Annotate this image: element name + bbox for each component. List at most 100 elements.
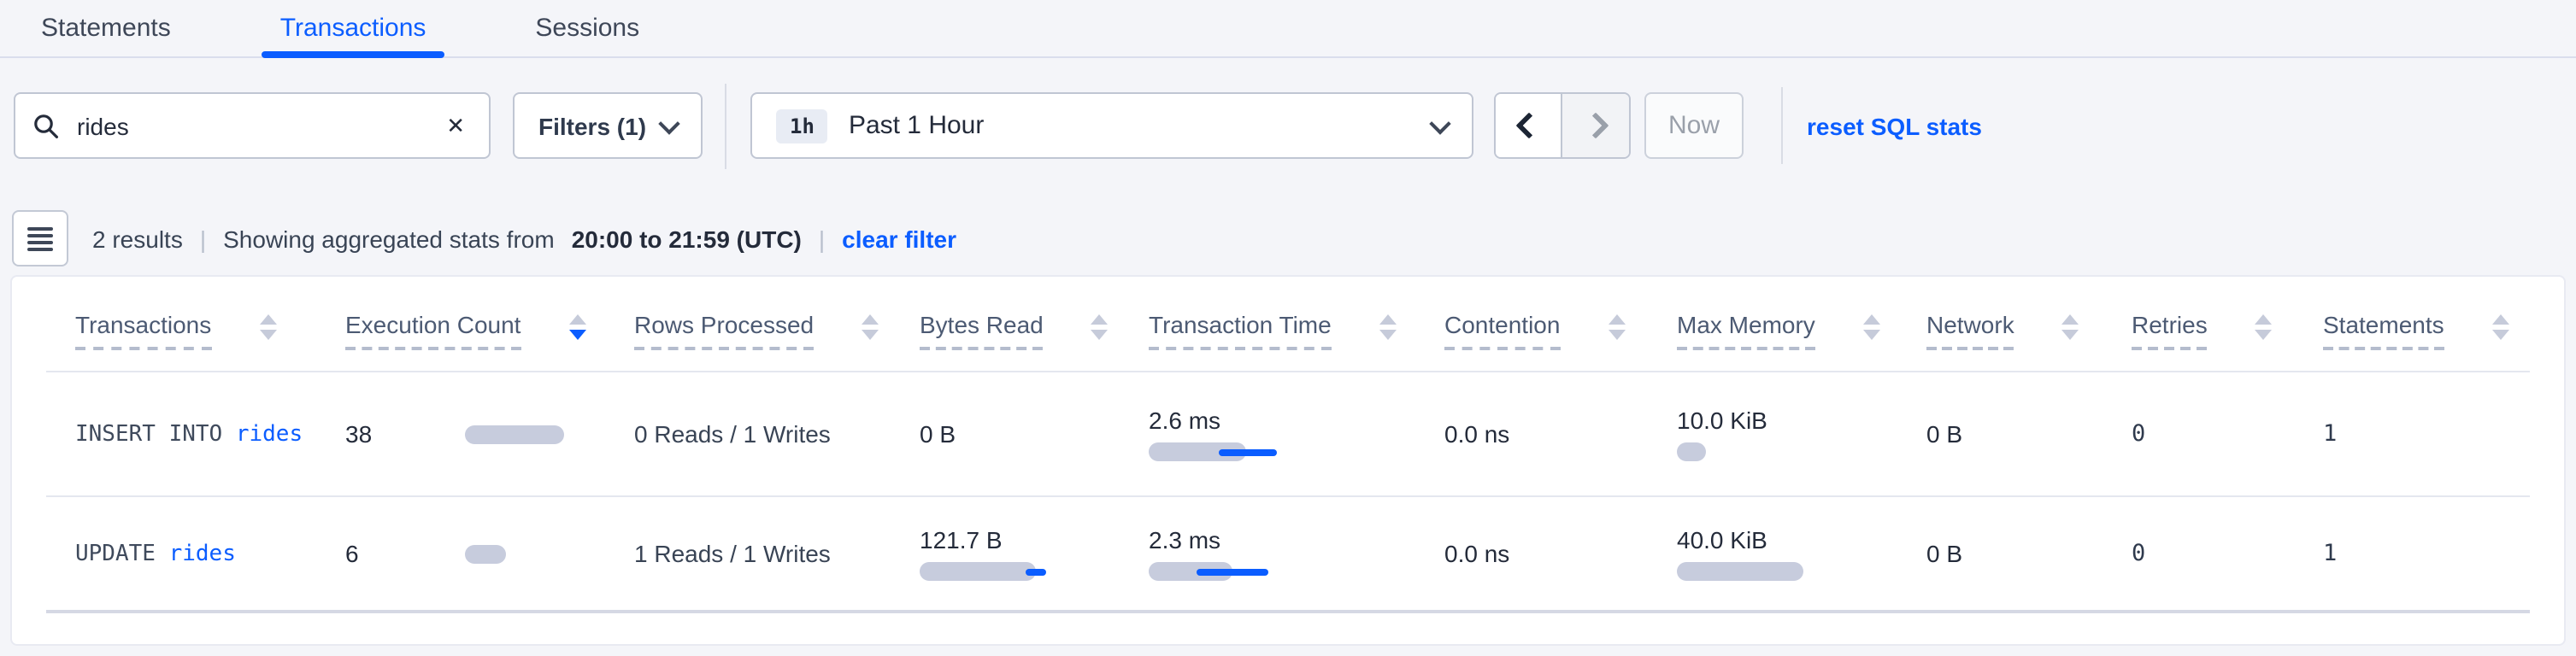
filters-button[interactable]: Filters (1) (513, 92, 703, 159)
chevron-down-icon (658, 112, 679, 133)
chevron-right-icon (1582, 112, 1609, 138)
sort-arrows-icon (568, 313, 585, 339)
results-summary: 2 results | Showing aggregated stats fro… (92, 225, 956, 252)
column-header-bytes-read[interactable]: Bytes Read (920, 311, 1149, 350)
execution-count-value: 6 (345, 540, 359, 567)
separator: | (200, 225, 206, 252)
column-header-label: Retries (2132, 311, 2208, 350)
statements-count-value: 1 (2323, 420, 2530, 448)
separator: | (819, 225, 825, 252)
sort-arrows-icon (1863, 313, 1880, 339)
column-header-label: Network (1926, 311, 2014, 350)
transaction-time-stddev-line (1219, 448, 1277, 455)
column-header-label: Bytes Read (920, 311, 1044, 350)
column-header-execution-count[interactable]: Execution Count (345, 311, 634, 350)
rows-processed-value: 1 Reads / 1 Writes (634, 540, 920, 567)
time-range-label: Past 1 Hour (849, 111, 1412, 140)
bytes-read-stddev-line (1026, 568, 1046, 575)
execution-count-bar (465, 425, 564, 443)
execution-count-cell: 6 (345, 540, 634, 567)
results-count: 2 results (92, 225, 183, 252)
transaction-link[interactable]: rides (169, 541, 236, 566)
now-button[interactable]: Now (1644, 92, 1744, 159)
execution-count-bar (465, 544, 506, 563)
table-header-row: Transactions Execution Count Rows Proces… (46, 277, 2530, 372)
column-header-max-memory[interactable]: Max Memory (1677, 311, 1926, 350)
column-selector-button[interactable] (12, 210, 68, 266)
next-time-button[interactable] (1562, 94, 1629, 157)
max-memory-value: 10.0 KiB (1677, 407, 1926, 434)
column-header-label: Transactions (75, 311, 211, 350)
retries-value: 0 (2132, 540, 2323, 567)
column-header-transactions[interactable]: Transactions (75, 311, 345, 350)
transaction-time-cell: 2.3 ms (1149, 526, 1444, 581)
filter-controls: ✕ Filters (1) 1h Past 1 Hour Now reset S… (14, 92, 1982, 159)
clear-filter-link[interactable]: clear filter (842, 225, 956, 252)
sort-arrows-icon (2492, 313, 2509, 339)
divider (1781, 87, 1783, 164)
transaction-time-value: 2.6 ms (1149, 407, 1444, 434)
sort-arrows-icon (259, 313, 276, 339)
statements-count-value: 1 (2323, 540, 2530, 567)
contention-value: 0.0 ns (1444, 540, 1677, 567)
column-header-statements[interactable]: Statements (2323, 311, 2530, 350)
sort-arrows-icon (1091, 313, 1109, 339)
transaction-statement: UPDATE rides (75, 541, 345, 566)
column-header-label: Transaction Time (1149, 311, 1332, 350)
column-header-retries[interactable]: Retries (2132, 311, 2323, 350)
network-value: 0 B (1926, 420, 2132, 448)
table-row: INSERT INTO rides 38 0 Reads / 1 Writes … (46, 372, 2530, 497)
tab-bar: Statements Transactions Sessions (0, 0, 2576, 58)
search-input[interactable] (74, 110, 439, 141)
sort-arrows-icon (2255, 313, 2273, 339)
sql-keyword: INSERT INTO (75, 421, 236, 447)
bytes-read-value: 121.7 B (920, 526, 1149, 554)
column-header-label: Max Memory (1677, 311, 1815, 350)
max-memory-cell: 40.0 KiB (1677, 526, 1926, 581)
transactions-table-panel: Transactions Execution Count Rows Proces… (10, 275, 2566, 646)
column-header-label: Execution Count (345, 311, 520, 350)
column-header-label: Contention (1444, 311, 1560, 350)
sql-activity-page: Statements Transactions Sessions ✕ Filte… (0, 0, 2576, 656)
tab-transactions[interactable]: Transactions (260, 0, 447, 56)
column-header-rows-processed[interactable]: Rows Processed (634, 311, 920, 350)
transaction-time-value: 2.3 ms (1149, 526, 1444, 554)
column-header-label: Rows Processed (634, 311, 814, 350)
sort-arrows-icon (862, 313, 879, 339)
tab-statements[interactable]: Statements (21, 0, 191, 56)
time-range-badge: 1h (776, 108, 828, 143)
time-nav-group (1494, 92, 1631, 159)
bytes-read-cell: 0 B (920, 420, 1149, 448)
bytes-read-value: 0 B (920, 420, 1149, 448)
reset-sql-stats-link[interactable]: reset SQL stats (1807, 112, 1982, 139)
column-header-label: Statements (2323, 311, 2444, 350)
prev-time-button[interactable] (1496, 94, 1562, 157)
menu-lines-icon (27, 226, 53, 230)
transaction-time-cell: 2.6 ms (1149, 407, 1444, 461)
sort-arrows-icon (1379, 313, 1397, 339)
bytes-read-cell: 121.7 B (920, 526, 1149, 581)
sort-arrows-icon (1608, 313, 1625, 339)
table-row: UPDATE rides 6 1 Reads / 1 Writes 121.7 … (46, 497, 2530, 613)
sql-keyword: UPDATE (75, 541, 169, 566)
clear-search-icon[interactable]: ✕ (439, 108, 472, 143)
network-value: 0 B (1926, 540, 2132, 567)
max-memory-bar (1677, 442, 1706, 461)
column-header-network[interactable]: Network (1926, 311, 2132, 350)
chevron-down-icon (1429, 112, 1450, 133)
sort-arrows-icon (2062, 313, 2079, 339)
contention-value: 0.0 ns (1444, 420, 1677, 448)
execution-count-cell: 38 (345, 420, 634, 448)
results-bar: 2 results | Showing aggregated stats fro… (12, 210, 956, 266)
max-memory-cell: 10.0 KiB (1677, 407, 1926, 461)
showing-stats-text: Showing aggregated stats from (223, 225, 555, 252)
tab-sessions[interactable]: Sessions (515, 0, 660, 56)
column-header-transaction-time[interactable]: Transaction Time (1149, 311, 1444, 350)
search-box[interactable]: ✕ (14, 92, 491, 159)
time-range-picker[interactable]: 1h Past 1 Hour (750, 92, 1473, 159)
transaction-link[interactable]: rides (236, 421, 303, 447)
retries-value: 0 (2132, 420, 2323, 448)
divider (725, 83, 726, 168)
rows-processed-value: 0 Reads / 1 Writes (634, 420, 920, 448)
column-header-contention[interactable]: Contention (1444, 311, 1677, 350)
